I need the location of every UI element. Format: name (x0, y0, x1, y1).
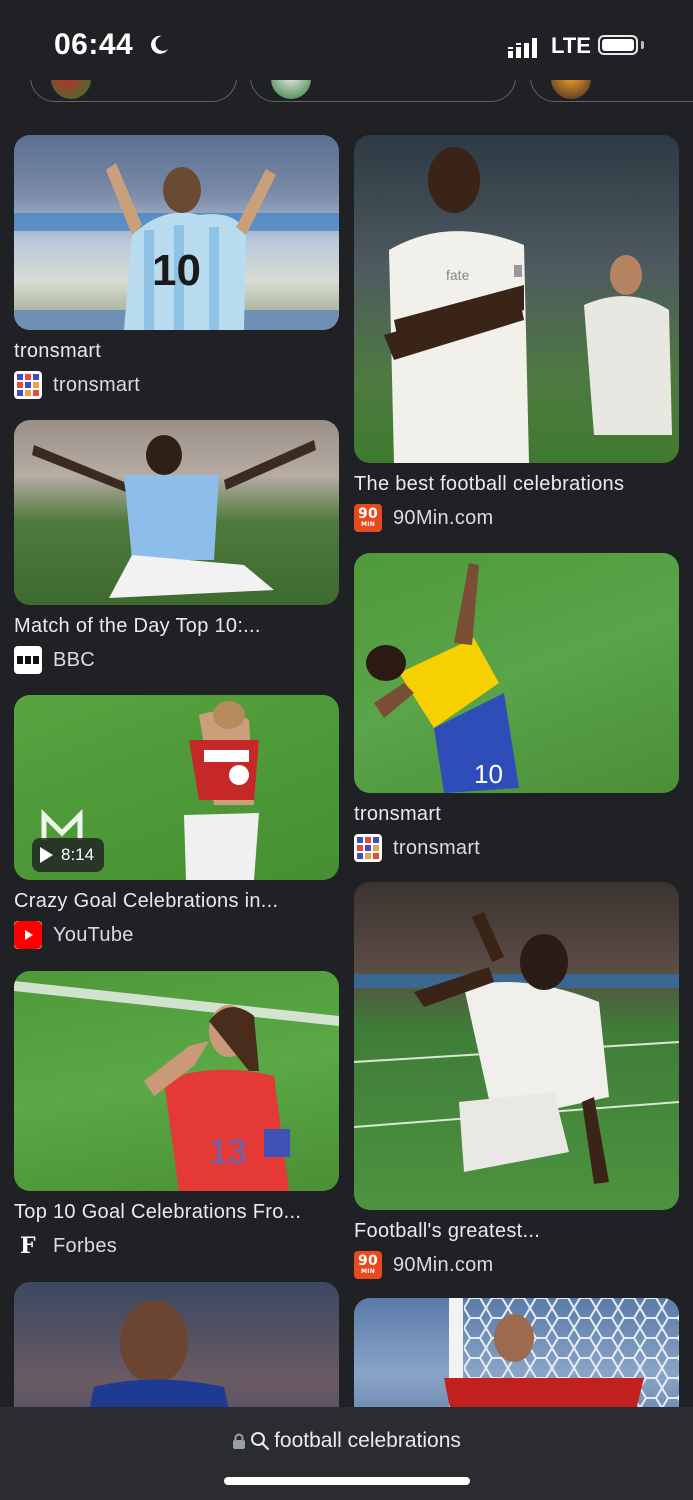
video-duration: 8:14 (61, 845, 95, 864)
svg-text:fate: fate (446, 267, 470, 283)
result-title[interactable]: Top 10 Goal Celebrations Fro... (14, 1201, 339, 1224)
result-source[interactable]: F Forbes (14, 1232, 339, 1260)
image-result-card[interactable]: 10 tronsmart tronsmart (14, 135, 339, 399)
result-image[interactable] (14, 420, 339, 605)
result-image[interactable]: 10 (354, 553, 679, 793)
play-icon (40, 847, 53, 863)
result-source-name: tronsmart (53, 373, 141, 396)
tronsmart-grid-icon (14, 371, 42, 399)
svg-text:13: 13 (209, 1133, 247, 1171)
video-result-card[interactable]: 8:14 Crazy Goal Celebrations in... YouTu… (14, 695, 339, 949)
moon-icon (151, 35, 168, 54)
result-source-name: Forbes (53, 1234, 118, 1257)
result-image[interactable]: fate (354, 135, 679, 463)
result-source[interactable]: tronsmart (14, 371, 339, 399)
result-image[interactable] (354, 882, 679, 1210)
video-duration-badge: 8:14 (32, 838, 105, 872)
result-title[interactable]: tronsmart (14, 340, 339, 363)
image-result-card[interactable]: 13 Top 10 Goal Celebrations Fro... F For… (14, 971, 339, 1260)
bottom-address-bar: football celebrations (0, 1407, 693, 1500)
image-result-card[interactable]: Football's greatest... 90 MIN 90Min.com (354, 882, 679, 1279)
forbes-logo-icon: F (14, 1232, 42, 1260)
address-bar[interactable]: football celebrations (0, 1429, 693, 1453)
result-title[interactable]: Match of the Day Top 10:... (14, 615, 339, 638)
svg-text:10: 10 (474, 759, 503, 789)
result-source-name: YouTube (53, 923, 134, 946)
signal-icon (508, 38, 537, 58)
result-image[interactable]: 13 (14, 971, 339, 1191)
result-title[interactable]: The best football celebrations (354, 473, 679, 496)
result-source-name: tronsmart (393, 836, 481, 859)
image-result-card[interactable]: 10 tronsmart tronsmart (354, 553, 679, 862)
result-source-name: 90Min.com (393, 506, 494, 529)
result-source-name: 90Min.com (393, 1253, 494, 1276)
address-text: football celebrations (274, 1429, 461, 1452)
search-icon (251, 1432, 270, 1451)
battery-tip (641, 41, 644, 49)
network-type: LTE (551, 33, 591, 58)
lock-icon (233, 1433, 246, 1449)
result-source[interactable]: 90 MIN 90Min.com (354, 504, 679, 532)
result-title[interactable]: tronsmart (354, 803, 679, 826)
result-image[interactable]: 8:14 (14, 695, 339, 880)
battery-icon (598, 35, 638, 55)
result-source-name: BBC (53, 648, 96, 671)
90min-logo-icon: 90 MIN (354, 1251, 382, 1279)
result-title[interactable]: Football's greatest... (354, 1220, 679, 1243)
result-source[interactable]: 90 MIN 90Min.com (354, 1251, 679, 1279)
result-source[interactable]: tronsmart (354, 834, 679, 862)
status-bar: 06:44 LTE (0, 0, 693, 80)
90min-logo-icon: 90 MIN (354, 504, 382, 532)
image-result-card[interactable]: fate The best football celebrations 90 M… (354, 135, 679, 532)
status-time: 06:44 (54, 28, 134, 61)
youtube-logo-icon (14, 921, 42, 949)
home-indicator[interactable] (224, 1477, 470, 1485)
result-source[interactable]: YouTube (14, 921, 339, 949)
svg-text:10: 10 (152, 246, 201, 295)
image-result-card[interactable]: Match of the Day Top 10:... BBC (14, 420, 339, 674)
result-title[interactable]: Crazy Goal Celebrations in... (14, 890, 339, 913)
bbc-logo-icon (14, 646, 42, 674)
result-source[interactable]: BBC (14, 646, 339, 674)
tronsmart-grid-icon (354, 834, 382, 862)
result-image[interactable]: 10 (14, 135, 339, 330)
